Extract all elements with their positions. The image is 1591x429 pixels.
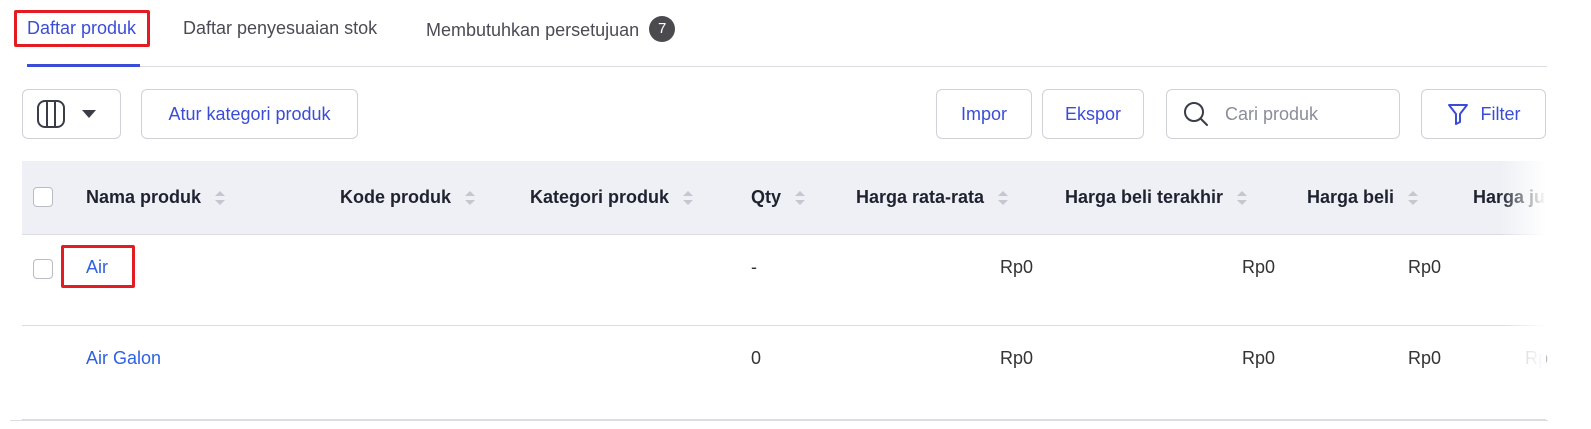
row-checkbox[interactable] [33,259,53,279]
table-row: Air - Rp0 Rp0 Rp0 [22,235,1546,326]
product-name-link[interactable]: Air Galon [86,348,161,369]
tab-daftar-penyesuaian-stok[interactable]: Daftar penyesuaian stok [183,18,377,39]
caret-down-icon [82,110,96,118]
column-header-harga-beli[interactable]: Harga beli [1307,187,1419,208]
column-header-qty[interactable]: Qty [751,187,806,208]
column-header-kode-produk[interactable]: Kode produk [340,187,475,208]
table-row: Air Galon 0 Rp0 Rp0 Rp0 Rp [22,326,1549,420]
table-bottom-divider [10,420,1548,421]
table-header: Nama produk Kode produk Kategori produk … [22,161,1546,235]
sort-icon [1408,190,1419,205]
column-header-nama-produk[interactable]: Nama produk [86,187,226,208]
column-header-harga-beli-terakhir[interactable]: Harga beli terakhir [1065,187,1248,208]
sort-icon [1237,190,1248,205]
tab-daftar-produk[interactable]: Daftar produk [27,18,136,39]
sort-icon [795,190,806,205]
last-buy-price-cell: Rp0 [1241,257,1275,277]
column-header-kategori-produk[interactable]: Kategori produk [530,187,694,208]
column-header-label: Nama produk [86,187,202,207]
column-settings-button[interactable] [22,89,121,139]
filter-icon [1447,104,1468,125]
avg-price-cell: Rp0 [999,257,1033,277]
last-buy-price-cell: Rp0 [1241,348,1275,368]
column-header-label: Kategori produk [530,187,670,207]
column-header-label: Qty [751,187,782,207]
avg-price-cell: Rp0 [999,348,1033,368]
product-name-link[interactable]: Air [86,257,108,278]
sort-icon [683,190,694,205]
column-header-label: Harga ju [1473,187,1546,207]
tab-membutuhkan-persetujuan[interactable]: Membutuhkan persetujuan 7 [426,16,676,44]
sort-icon [998,190,1009,205]
manage-category-button[interactable]: Atur kategori produk [141,89,358,139]
tab-membutuhkan-persetujuan-label: Membutuhkan persetujuan [426,19,640,40]
import-button[interactable]: Impor [936,89,1032,139]
buy-price-cell: Rp0 [1407,348,1441,368]
search-icon [1184,102,1208,126]
column-header-harga-rata-rata[interactable]: Harga rata-rata [856,187,1009,208]
search-input[interactable] [1225,103,1395,125]
column-header-harga-jual[interactable]: Harga ju [1473,187,1545,208]
export-button[interactable]: Ekspor [1042,89,1144,139]
buy-price-cell: Rp0 [1407,257,1441,277]
filter-button-label: Filter [1480,103,1521,124]
columns-icon [37,100,65,128]
filter-button[interactable]: Filter [1421,89,1546,139]
qty-cell: - [751,257,757,277]
column-header-label: Harga beli [1307,187,1395,207]
sell-price-cell: Rp [1525,348,1549,368]
column-header-label: Harga rata-rata [856,187,985,207]
sort-icon [465,190,475,205]
qty-cell: 0 [751,348,762,368]
active-tab-indicator [27,64,140,67]
column-header-label: Kode produk [340,187,451,207]
pending-count-badge: 7 [649,16,676,42]
search-box [1166,89,1400,139]
column-header-label: Harga beli terakhir [1065,187,1224,207]
sort-icon [215,190,226,205]
select-all-checkbox[interactable] [33,187,53,207]
